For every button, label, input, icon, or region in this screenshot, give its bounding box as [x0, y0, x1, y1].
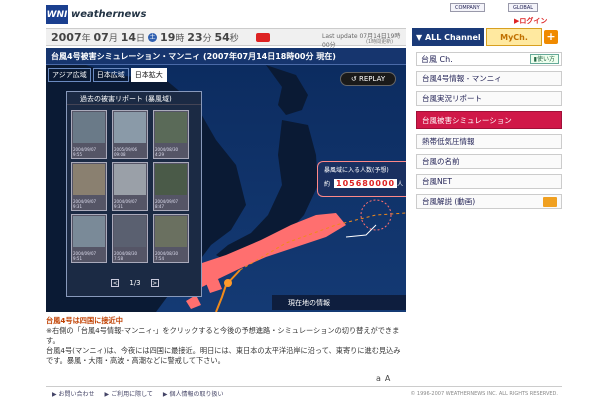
date-year: 2007: [51, 30, 82, 44]
popup-count: 約 105680000 人: [324, 179, 404, 188]
footer: ▶ お問い合わせ ▶ ご利用に際して ▶ 個人情報の取り扱い © 1996-20…: [46, 386, 562, 400]
report-caption: 2004/08/30 4:29: [155, 147, 179, 157]
footer-link-terms[interactable]: ▶ ご利用に際して: [105, 389, 153, 398]
report-photo: [73, 112, 105, 143]
video-icon: [543, 197, 557, 207]
logo-text: weathernews: [71, 9, 147, 20]
tab-my-channel[interactable]: MyCh.: [486, 28, 542, 46]
report-thumbnail[interactable]: 2004/09/07 9:31: [71, 162, 107, 211]
sidebar-item-typhoon-video[interactable]: 台風解説 (動画): [416, 194, 562, 209]
report-thumbnail[interactable]: 2004/09/07 9:31: [112, 162, 148, 211]
sidebar-title: 台風 Ch. ▮使い方: [416, 52, 562, 66]
sidebar-item-typhoon-info[interactable]: 台風4号情報 - マンニィ: [416, 71, 562, 86]
past-reports-panel: 過去の被害リポート (暴風域) 2004/09/07 9:55 2005/09/06…: [66, 91, 202, 297]
reports-grid: 2004/09/07 9:55 2005/09/06 09:08 2004/08/30 4…: [71, 110, 199, 263]
report-thumbnail[interactable]: 2004/08/30 7:54: [153, 214, 189, 263]
report-photo: [155, 216, 187, 247]
report-photo: [155, 164, 187, 195]
report-caption: 2004/09/07 9:31: [114, 199, 138, 209]
company-button[interactable]: COMPANY: [450, 3, 485, 12]
tab-asia-region[interactable]: アジア広域: [48, 68, 91, 82]
sidebar: 台風 Ch. ▮使い方 台風4号情報 - マンニィ 台風実況リポート 台風被害シ…: [416, 52, 562, 209]
report-photo: [73, 164, 105, 195]
region-tabs: アジア広域 日本広域 日本拡大: [48, 68, 167, 82]
tab-japan-region[interactable]: 日本広域: [92, 68, 129, 82]
text-size-controls: a A: [376, 374, 390, 383]
reports-title: 過去の被害リポート (暴風域): [67, 92, 201, 105]
popup-title: 暴風域に入る人数(予想): [324, 167, 389, 174]
report-thumbnail[interactable]: 2004/09/07 9:51: [71, 214, 107, 263]
copyright: © 1996-2007 WEATHERNEWS INC. ALL RIGHTS …: [410, 391, 558, 397]
caption: 台風4号は四国に接近中 ※右側の「台風4号情報-マンニィ-」をクリックすると今後…: [46, 316, 406, 366]
date-day: 14: [120, 30, 137, 44]
current-location-button[interactable]: 現在地の情報: [272, 295, 406, 310]
sidebar-item-damage-simulation[interactable]: 台風被害シミュレーション: [416, 111, 562, 129]
caption-body: 台風4号(マンニィ)は、今夜には四国に最接近。明日には、東日本の太平洋沿岸に沿っ…: [46, 346, 401, 365]
tab-japan-zoom[interactable]: 日本拡大: [130, 68, 167, 82]
report-thumbnail[interactable]: 2004/09/07 8:47: [153, 162, 189, 211]
logo[interactable]: WNI weathernews: [46, 4, 146, 25]
people-count: 105680000: [334, 179, 398, 188]
update-interval: (1時間更新): [366, 39, 394, 45]
caption-title: 台風4号は四国に接近中: [46, 316, 123, 325]
report-thumbnail[interactable]: 2005/09/06 09:08: [112, 110, 148, 159]
time-second: 54: [214, 30, 230, 44]
time-minute: 23: [187, 30, 203, 44]
page: WNI weathernews COMPANY GLOBAL ▶ログイン 200…: [46, 0, 562, 400]
logo-mark: WNI: [46, 5, 68, 24]
replay-button[interactable]: ↺ REPLAY: [340, 72, 396, 86]
help-button[interactable]: ▮使い方: [529, 54, 559, 64]
caption-note: ※右側の「台風4号情報-マンニィ-」をクリックすると今後の予想進路・シミュレーシ…: [46, 326, 400, 345]
report-thumbnail[interactable]: 2004/08/30 4:29: [153, 110, 189, 159]
global-button[interactable]: GLOBAL: [508, 3, 539, 12]
next-page-button[interactable]: >: [150, 279, 159, 287]
report-thumbnail[interactable]: 2004/09/07 9:55: [71, 110, 107, 159]
header: WNI weathernews COMPANY GLOBAL ▶ログイン: [46, 0, 562, 27]
footer-link-contact[interactable]: ▶ お問い合わせ: [52, 389, 95, 398]
sidebar-item-typhoon-net[interactable]: 台風NET: [416, 174, 562, 189]
people-affected-popup: 暴風域に入る人数(予想) 約 105680000 人: [317, 161, 406, 197]
sidebar-item-tropical-depression[interactable]: 熱帯低気圧情報: [416, 134, 562, 149]
date-bar: 2007 年 07 月 14 日 土 19 時 23 分 54 秒 Last update …: [46, 28, 406, 49]
report-caption: 2004/09/07 9:51: [73, 251, 97, 261]
text-large-button[interactable]: A: [385, 374, 390, 383]
last-update: Last update 07月14日19時00分: [322, 33, 401, 49]
report-photo: [114, 216, 146, 247]
simulation-panel: 台風4号被害シミュレーション・マンニィ (2007年07月14日18時00分 現…: [46, 48, 406, 312]
report-photo: [114, 164, 146, 195]
sidebar-item-typhoon-report[interactable]: 台風実況リポート: [416, 91, 562, 106]
panel-title: 台風4号被害シミュレーション・マンニィ (2007年07月14日18時00分 現…: [46, 48, 406, 65]
footer-link-privacy[interactable]: ▶ 個人情報の取り扱い: [163, 389, 224, 398]
report-caption: 2004/08/30 7:58: [114, 251, 138, 261]
report-photo: [114, 112, 146, 143]
add-channel-button[interactable]: +: [544, 30, 558, 44]
report-caption: 2004/09/07 9:31: [73, 199, 97, 209]
typhoon-center-icon[interactable]: [224, 279, 232, 287]
report-photo: [73, 216, 105, 247]
prev-page-button[interactable]: <: [111, 279, 120, 287]
login-link[interactable]: ▶ログイン: [514, 16, 547, 26]
reports-pager: < 1/3 >: [67, 279, 203, 287]
refresh-icon[interactable]: [256, 33, 270, 42]
weekday-badge: 土: [148, 32, 158, 42]
channel-tabs: ▼ ALL Channel MyCh. +: [412, 28, 562, 46]
page-indicator: 1/3: [129, 279, 141, 287]
tab-all-channel[interactable]: ▼ ALL Channel: [412, 28, 484, 46]
report-caption: 2004/08/30 7:54: [155, 251, 179, 261]
replay-icon: ↺: [350, 75, 359, 83]
time-hour: 19: [160, 30, 176, 44]
report-photo: [155, 112, 187, 143]
report-thumbnail[interactable]: 2004/08/30 7:58: [112, 214, 148, 263]
report-caption: 2004/09/07 8:47: [155, 199, 179, 209]
text-small-button[interactable]: a: [376, 374, 381, 383]
report-caption: 2005/09/06 09:08: [114, 147, 138, 157]
date-month: 07: [93, 30, 109, 44]
sidebar-item-typhoon-names[interactable]: 台風の名前: [416, 154, 562, 169]
report-caption: 2004/09/07 9:55: [73, 147, 97, 157]
